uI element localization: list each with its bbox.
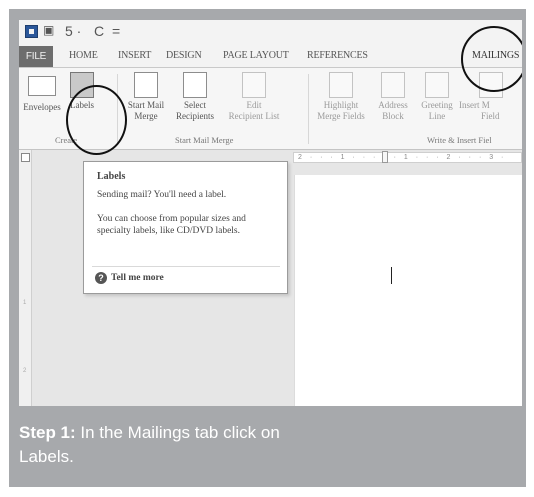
save-icon[interactable]: ▣ bbox=[43, 23, 54, 37]
envelopes-button[interactable]: Envelopes bbox=[22, 72, 62, 113]
address-block-icon bbox=[381, 72, 405, 98]
tab-home[interactable]: HOME bbox=[69, 50, 98, 61]
select-recipients-button[interactable]: Select Recipients bbox=[169, 72, 221, 122]
vertical-ruler: 1 2 bbox=[19, 150, 32, 406]
tab-design[interactable]: DESIGN bbox=[166, 50, 202, 61]
greeting-line-button[interactable]: Greeting Line bbox=[417, 72, 457, 122]
tab-insert[interactable]: INSERT bbox=[118, 50, 151, 61]
quick-access-toolbar: ▣ 5 · C = bbox=[19, 20, 522, 44]
redo-button[interactable]: C bbox=[94, 23, 104, 39]
horizontal-ruler: 2 · · · 1 · · · · · 1 · · · 2 · · · 3 · bbox=[293, 151, 522, 163]
tab-file[interactable]: FILE bbox=[19, 46, 53, 67]
tooltip-text: Sending mail? You'll need a label. bbox=[97, 190, 227, 200]
address-block-button[interactable]: Address Block bbox=[371, 72, 415, 122]
document-page[interactable] bbox=[294, 175, 522, 406]
indent-marker[interactable] bbox=[382, 151, 388, 163]
envelope-icon bbox=[28, 76, 56, 96]
document-icon bbox=[134, 72, 158, 98]
highlight-circle-mailings bbox=[461, 26, 522, 92]
edit-recipient-list-button[interactable]: Edit Recipient List bbox=[223, 72, 285, 122]
labels-tooltip: Labels Sending mail? You'll need a label… bbox=[83, 161, 288, 294]
customize-toolbar-button[interactable]: = bbox=[112, 23, 120, 39]
group-write-insert-label: Write & Insert Fiel bbox=[427, 135, 492, 145]
greeting-line-icon bbox=[425, 72, 449, 98]
tooltip-text: You can choose from popular sizes and sp… bbox=[97, 214, 246, 236]
start-mail-merge-button[interactable]: Start Mail Merge bbox=[125, 72, 167, 122]
tooltip-divider bbox=[92, 266, 280, 267]
recipients-icon bbox=[183, 72, 207, 98]
tooltip-title: Labels bbox=[97, 171, 126, 182]
text-cursor bbox=[391, 267, 392, 284]
word-screenshot: ▣ 5 · C = FILE HOME INSERT DESIGN PAGE L… bbox=[19, 20, 522, 406]
highlight-circle-labels bbox=[66, 85, 127, 155]
step-number: Step 1: bbox=[19, 423, 76, 442]
step-caption: Step 1: In the Mailings tab click on Lab… bbox=[19, 421, 339, 469]
tab-selector-button[interactable] bbox=[21, 153, 30, 162]
highlight-icon bbox=[329, 72, 353, 98]
tab-page-layout[interactable]: PAGE LAYOUT bbox=[223, 50, 289, 61]
tell-me-more-link[interactable]: Tell me more bbox=[111, 273, 164, 283]
tab-references[interactable]: REFERENCES bbox=[307, 50, 368, 61]
edit-list-icon bbox=[242, 72, 266, 98]
group-start-mail-merge-label: Start Mail Merge bbox=[175, 135, 234, 145]
highlight-merge-fields-button[interactable]: Highlight Merge Fields bbox=[313, 72, 369, 122]
ribbon-tabs: FILE HOME INSERT DESIGN PAGE LAYOUT REFE… bbox=[19, 46, 522, 68]
word-logo-icon bbox=[25, 25, 38, 38]
undo-button[interactable]: 5 · bbox=[65, 23, 81, 39]
help-icon[interactable]: ? bbox=[95, 272, 107, 284]
ribbon-separator bbox=[308, 74, 309, 144]
